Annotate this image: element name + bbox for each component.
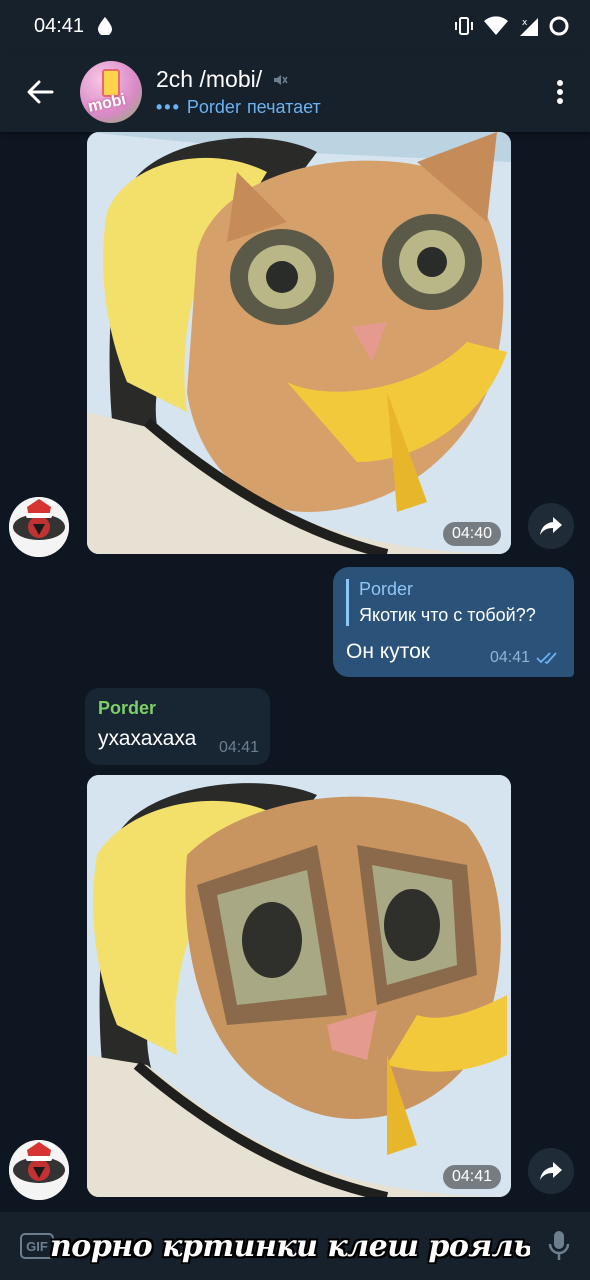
water-drop-icon <box>98 17 113 35</box>
sync-circle-icon <box>549 16 569 36</box>
santa-avatar-icon <box>9 1140 69 1200</box>
typing-dots-icon: ••• <box>156 97 181 117</box>
message-time: 04:41 <box>442 1165 501 1189</box>
vibrate-icon <box>455 17 473 35</box>
message-meta: 04:41 <box>490 649 562 667</box>
user-avatar[interactable] <box>9 497 69 557</box>
reply-sender: Porder <box>359 579 414 599</box>
wifi-icon <box>484 16 508 35</box>
typing-user: Porder <box>186 97 241 117</box>
signal-icon: x <box>520 18 538 36</box>
more-menu-button[interactable] <box>530 52 590 132</box>
message-input-bar: GIF <box>0 1212 590 1280</box>
more-vertical-icon <box>557 80 563 104</box>
distorted-cat-photo <box>87 775 511 1197</box>
message-input[interactable] <box>50 1218 530 1274</box>
status-time: 04:41 <box>34 14 85 37</box>
reply-quote[interactable]: Porder Якотик что с тобой?? <box>346 579 562 626</box>
share-arrow-icon <box>540 517 562 535</box>
message-time: 04:40 <box>442 522 501 546</box>
arrow-left-icon <box>27 80 54 104</box>
forward-button[interactable] <box>528 503 574 549</box>
status-bar: 04:41 x <box>0 0 590 52</box>
cat-photo <box>87 132 511 554</box>
photo-message[interactable]: 04:40 <box>87 132 511 554</box>
svg-text:x: x <box>522 18 528 28</box>
photo-message[interactable]: 04:41 <box>87 775 511 1197</box>
avatar-logo-text: mobi <box>86 91 128 116</box>
chat-info[interactable]: 2ch /mobi/ ••• Porder печатает <box>156 66 321 118</box>
chat-avatar[interactable]: mobi <box>80 61 142 123</box>
muted-icon <box>274 74 288 85</box>
sender-name[interactable]: Porder <box>98 698 257 719</box>
back-button[interactable] <box>0 52 80 132</box>
message-time: 04:41 <box>218 739 259 756</box>
incoming-message[interactable]: Porder ухахахаха 04:41 <box>85 688 270 765</box>
typing-text: печатает <box>246 97 321 117</box>
chat-title: 2ch /mobi/ <box>156 66 263 92</box>
microphone-icon[interactable] <box>548 1230 570 1262</box>
forward-button[interactable] <box>528 1148 574 1194</box>
user-avatar[interactable] <box>9 1140 69 1200</box>
outgoing-message[interactable]: Porder Якотик что с тобой?? Он куток 04:… <box>333 567 574 677</box>
message-time: 04:41 <box>489 649 530 666</box>
typing-status: ••• Porder печатает <box>156 97 321 118</box>
santa-avatar-icon <box>9 497 69 557</box>
chat-header: mobi 2ch /mobi/ ••• Porder печатает <box>0 52 590 132</box>
double-check-icon <box>536 652 557 665</box>
gif-button[interactable]: GIF <box>20 1233 54 1259</box>
reply-text: Якотик что с тобой?? <box>359 605 536 625</box>
share-arrow-icon <box>540 1162 562 1180</box>
